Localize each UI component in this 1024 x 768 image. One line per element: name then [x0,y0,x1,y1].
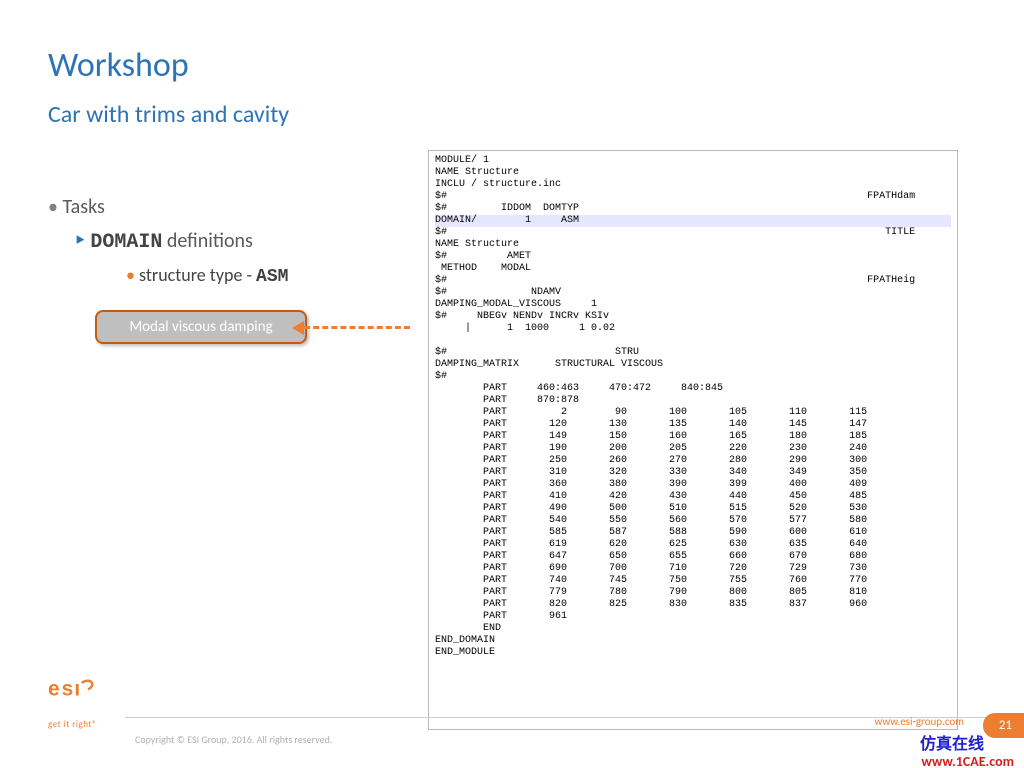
bullet-list: Tasks DOMAIN definitions structure type … [48,190,288,293]
code-highlighted-line: DOMAIN/ 1 ASM [435,215,951,227]
svg-text:s: s [62,678,74,701]
bullet-l3: structure type - ASM [126,260,288,293]
esi-logo: e s ı get it right® [48,674,128,730]
code-listing: MODULE/ 1 NAME Structure INCLU / structu… [428,150,958,730]
code-pre: MODULE/ 1 NAME Structure INCLU / structu… [435,155,915,214]
bullet-l2: DOMAIN definitions [74,224,288,260]
logo-tagline: get it right® [48,719,128,730]
watermark-chinese: 仿真在线 [920,730,984,754]
watermark-url: www.1CAE.com [921,753,1014,768]
domain-keyword: DOMAIN [90,231,162,254]
callout-modal-viscous-damping: Modal viscous damping [95,310,307,344]
footer-url: www.esi-group.com [874,715,964,728]
copyright-text: Copyright © ESI Group, 2016. All rights … [135,733,332,746]
code-post: $# TITLE NAME Structure $# AMET METHOD M… [435,227,915,658]
svg-text:e: e [48,678,60,701]
bullet-l1: Tasks [48,190,288,224]
slide-subtitle: Car with trims and cavity [48,100,289,129]
asm-keyword: ASM [256,267,288,287]
page-number: 21 [983,713,1024,738]
slide-title: Workshop [48,45,189,86]
svg-text:ı: ı [74,678,80,701]
arrow-to-damping-modal [295,326,410,329]
